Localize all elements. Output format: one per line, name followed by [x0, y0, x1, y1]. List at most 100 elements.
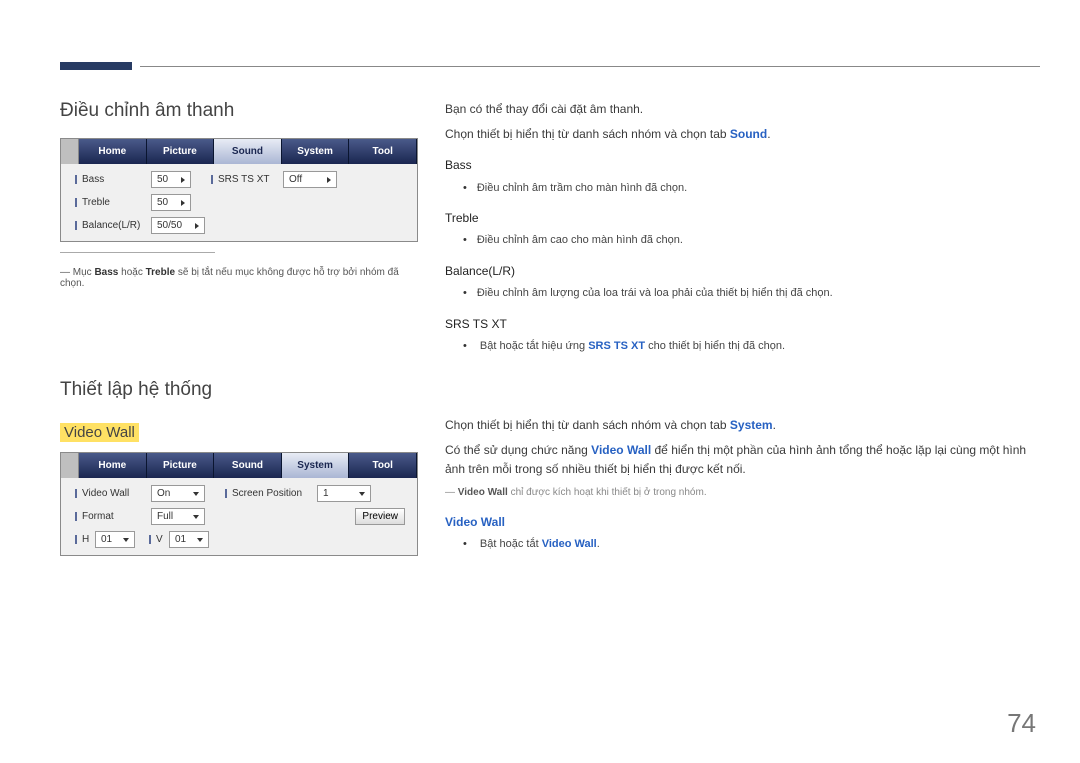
- balance-list: Điều chỉnh âm lượng của loa trái và loa …: [463, 285, 1040, 303]
- bass-heading: Bass: [445, 156, 1040, 175]
- section-title-sound: Điều chỉnh âm thanh: [60, 100, 405, 122]
- v-value[interactable]: 01: [169, 531, 209, 548]
- left-column: Điều chỉnh âm thanh Home Picture Sound S…: [60, 100, 405, 556]
- text: .: [597, 538, 600, 550]
- text: .: [767, 127, 770, 141]
- sound-word: Sound: [730, 127, 767, 141]
- arrow-right-icon: [181, 177, 185, 183]
- right-column: Bạn có thể thay đổi cài đặt âm thanh. Ch…: [445, 100, 1040, 556]
- tab-sound[interactable]: Sound: [214, 139, 282, 164]
- videowall-word: Video Wall: [542, 538, 597, 550]
- srs-label: SRS TS XT: [211, 174, 283, 185]
- footnote-text: hoặc: [118, 267, 145, 278]
- arrow-right-icon: [195, 223, 199, 229]
- bass-label: Bass: [75, 174, 151, 185]
- balance-value-text: 50/50: [157, 218, 182, 233]
- tab-spacer: [61, 453, 79, 478]
- bass-list: Điều chỉnh âm trầm cho màn hình đã chọn.: [463, 180, 1040, 198]
- balance-label: Balance(L/R): [75, 220, 151, 231]
- balance-value[interactable]: 50/50: [151, 217, 205, 234]
- bass-item: Điều chỉnh âm trầm cho màn hình đã chọn.: [463, 180, 1040, 198]
- text: Bật hoặc tắt hiệu ứng: [480, 340, 588, 352]
- system-word: System: [730, 418, 773, 432]
- tab-bar-sound: Home Picture Sound System Tool: [61, 139, 417, 164]
- videowall-value-text: On: [157, 486, 170, 501]
- tab-picture[interactable]: Picture: [147, 139, 215, 164]
- videowall-value[interactable]: On: [151, 485, 205, 502]
- bass-value-text: 50: [157, 172, 168, 187]
- videowall-item: Bật hoặc tắt Video Wall.: [463, 536, 1040, 554]
- chevron-down-icon: [123, 538, 129, 542]
- treble-list: Điều chỉnh âm cao cho màn hình đã chọn.: [463, 232, 1040, 250]
- sound-footnote: Mục Bass hoặc Treble sẽ bị tắt nếu mục k…: [60, 267, 405, 289]
- text: chỉ được kích hoạt khi thiết bị ở trong …: [508, 487, 707, 498]
- text: cho thiết bị hiển thị đã chọn.: [645, 340, 785, 352]
- h-value[interactable]: 01: [95, 531, 135, 548]
- row-bass: Bass 50 SRS TS XT Off: [75, 168, 413, 191]
- tab-system[interactable]: System: [282, 139, 350, 164]
- tab-spacer: [61, 139, 79, 164]
- text: .: [773, 418, 776, 432]
- bass-value[interactable]: 50: [151, 171, 191, 188]
- row-balance: Balance(L/R) 50/50: [75, 214, 413, 237]
- srs-item: Bật hoặc tắt hiệu ứng SRS TS XT cho thiế…: [463, 338, 1040, 356]
- treble-label: Treble: [75, 197, 151, 208]
- h-value-text: 01: [101, 532, 112, 547]
- text: Chọn thiết bị hiển thị từ danh sách nhóm…: [445, 418, 730, 432]
- tab-home[interactable]: Home: [79, 453, 147, 478]
- tab-picture[interactable]: Picture: [147, 453, 215, 478]
- srs-word: SRS TS XT: [588, 340, 645, 352]
- arrow-right-icon: [181, 200, 185, 206]
- footnote-divider: [60, 252, 215, 253]
- footnote-text: Mục: [73, 267, 95, 278]
- srs-list: Bật hoặc tắt hiệu ứng SRS TS XT cho thiế…: [463, 338, 1040, 356]
- system-desc-1: Chọn thiết bị hiển thị từ danh sách nhóm…: [445, 416, 1040, 435]
- treble-item: Điều chỉnh âm cao cho màn hình đã chọn.: [463, 232, 1040, 250]
- footnote-bass: Bass: [94, 267, 118, 278]
- system-form: Video Wall On Screen Position 1 Format F…: [61, 478, 417, 555]
- page-accent-bar: [60, 62, 132, 70]
- system-settings-panel: Home Picture Sound System Tool Video Wal…: [60, 452, 418, 556]
- chevron-down-icon: [193, 515, 199, 519]
- row-format: Format Full Preview: [75, 505, 413, 528]
- sound-desc-2: Chọn thiết bị hiển thị từ danh sách nhóm…: [445, 125, 1040, 144]
- format-label: Format: [75, 511, 151, 522]
- page-content: Điều chỉnh âm thanh Home Picture Sound S…: [60, 100, 1040, 556]
- text: Chọn thiết bị hiển thị từ danh sách nhóm…: [445, 127, 730, 141]
- chevron-down-icon: [197, 538, 203, 542]
- sound-form: Bass 50 SRS TS XT Off Treble 50 Balance(…: [61, 164, 417, 241]
- sound-desc-1: Bạn có thể thay đổi cài đặt âm thanh.: [445, 100, 1040, 119]
- videowall-list: Bật hoặc tắt Video Wall.: [463, 536, 1040, 554]
- srs-heading: SRS TS XT: [445, 315, 1040, 334]
- tab-system[interactable]: System: [282, 453, 350, 478]
- videowall-label: Video Wall: [75, 488, 151, 499]
- videowall-word: Video Wall: [591, 443, 651, 457]
- tab-tool[interactable]: Tool: [349, 139, 417, 164]
- screenpos-label: Screen Position: [225, 488, 317, 499]
- screenpos-value[interactable]: 1: [317, 485, 371, 502]
- tab-sound[interactable]: Sound: [214, 453, 282, 478]
- balance-item: Điều chỉnh âm lượng của loa trái và loa …: [463, 285, 1040, 303]
- subsection-video-wall: Video Wall: [60, 423, 139, 442]
- row-treble: Treble 50: [75, 191, 413, 214]
- text: Bật hoặc tắt: [480, 538, 542, 550]
- tab-home[interactable]: Home: [79, 139, 147, 164]
- row-hv: H 01 V 01: [75, 528, 413, 551]
- treble-heading: Treble: [445, 209, 1040, 228]
- h-label: H: [75, 534, 95, 545]
- system-right-block: Chọn thiết bị hiển thị từ danh sách nhóm…: [445, 416, 1040, 554]
- tab-tool[interactable]: Tool: [349, 453, 417, 478]
- videowall-heading: Video Wall: [445, 513, 1040, 532]
- format-value-text: Full: [157, 509, 173, 524]
- srs-value[interactable]: Off: [283, 171, 337, 188]
- sound-settings-panel: Home Picture Sound System Tool Bass 50 S…: [60, 138, 418, 242]
- tab-bar-system: Home Picture Sound System Tool: [61, 453, 417, 478]
- page-number: 74: [1007, 708, 1036, 739]
- preview-button[interactable]: Preview: [355, 508, 405, 525]
- treble-value-text: 50: [157, 195, 168, 210]
- treble-value[interactable]: 50: [151, 194, 191, 211]
- videowall-word: Video Wall: [458, 487, 508, 498]
- format-value[interactable]: Full: [151, 508, 205, 525]
- v-label: V: [149, 534, 169, 545]
- system-desc-2: Có thể sử dụng chức năng Video Wall để h…: [445, 441, 1040, 479]
